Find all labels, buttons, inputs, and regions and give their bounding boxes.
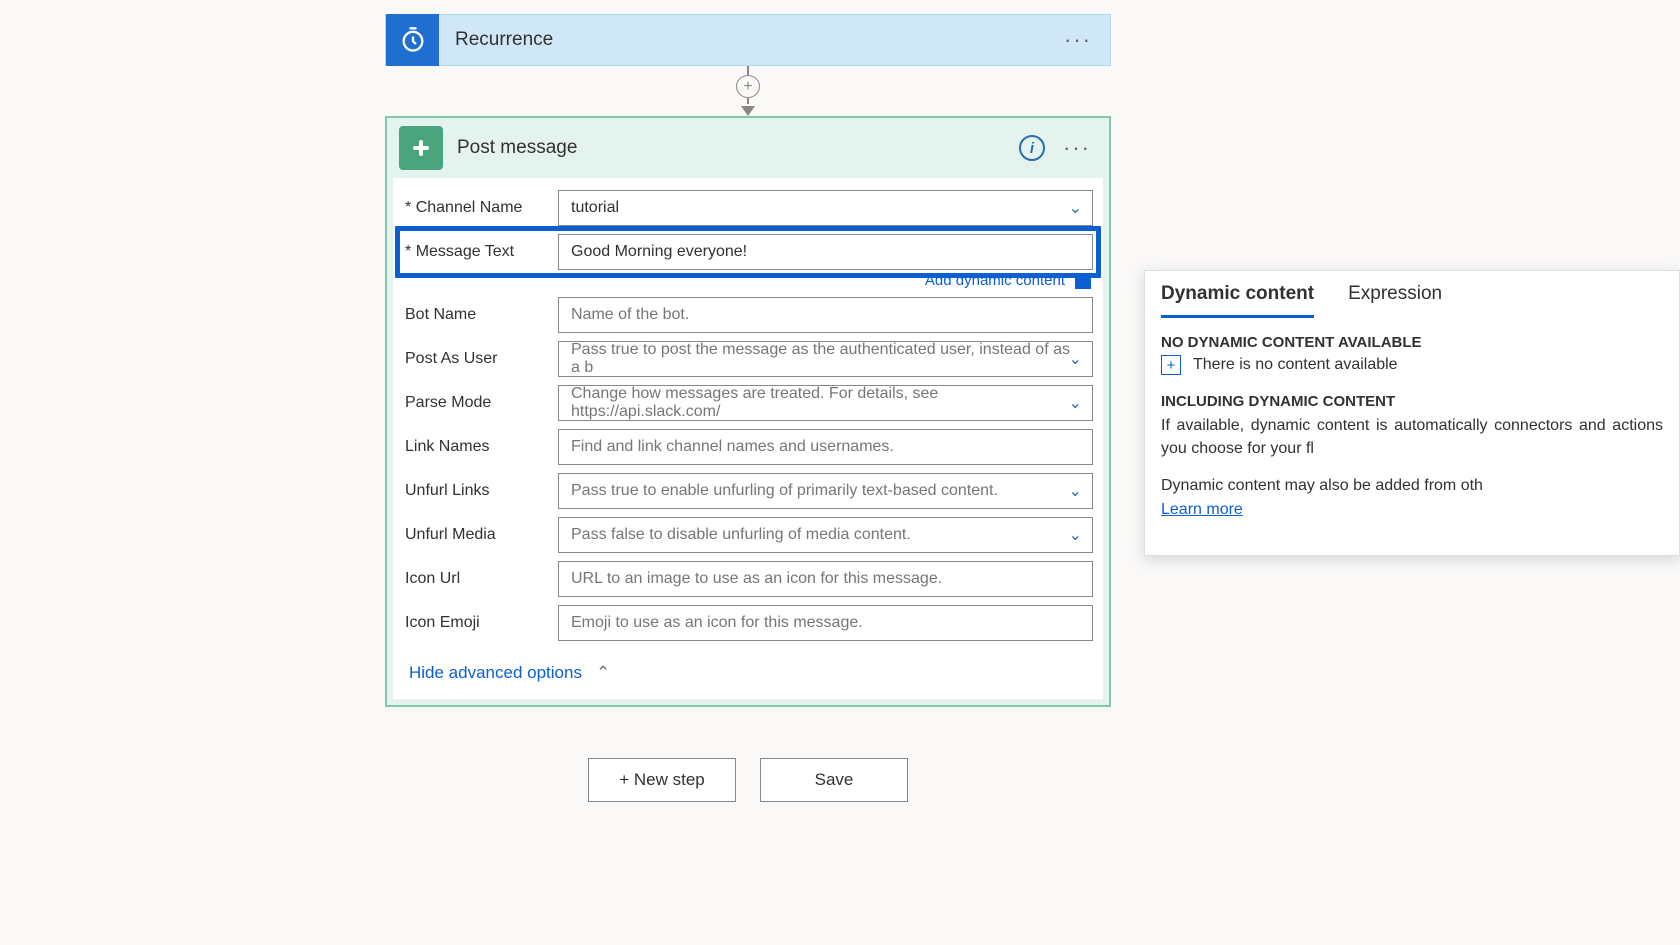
recurrence-card[interactable]: Recurrence ··· xyxy=(385,14,1111,66)
footer-actions: + New step Save xyxy=(588,758,908,802)
add-action-button[interactable]: + xyxy=(736,75,760,98)
row-icon-url: Icon Url URL to an image to use as an ic… xyxy=(403,561,1093,597)
label-link-names: Link Names xyxy=(403,438,558,456)
learn-more-link[interactable]: Learn more xyxy=(1161,501,1243,518)
no-content-text: There is no content available xyxy=(1193,356,1398,374)
also-paragraph: Dynamic content may also be added from o… xyxy=(1161,474,1663,520)
row-unfurl-media: Unfurl Media Pass false to disable unfur… xyxy=(403,517,1093,553)
chevron-down-icon[interactable]: ⌄ xyxy=(1069,481,1082,501)
arrow-down-icon xyxy=(741,106,755,116)
add-dynamic-content-link[interactable]: Add dynamic content xyxy=(403,272,1091,289)
no-content-row: + There is no content available xyxy=(1161,355,1663,375)
row-bot-name: Bot Name Name of the bot. xyxy=(403,297,1093,333)
post-message-card: Post message i ··· * Channel Name tutori… xyxy=(385,116,1111,707)
input-icon-emoji[interactable]: Emoji to use as an icon for this message… xyxy=(558,605,1093,641)
new-step-button[interactable]: + New step xyxy=(588,758,736,802)
tab-expression[interactable]: Expression xyxy=(1348,283,1442,318)
flow-connector: + xyxy=(730,66,766,116)
label-bot-name: Bot Name xyxy=(403,306,558,324)
input-unfurl-media[interactable]: Pass false to disable unfurling of media… xyxy=(558,517,1093,553)
add-content-icon[interactable]: + xyxy=(1161,355,1181,375)
row-message-text: * Message Text Good Morning everyone! xyxy=(403,234,1093,270)
chevron-down-icon[interactable]: ⌄ xyxy=(1069,349,1082,369)
input-icon-url[interactable]: URL to an image to use as an icon for th… xyxy=(558,561,1093,597)
input-channel-name[interactable]: tutorial ⌄ xyxy=(558,190,1093,226)
hide-advanced-options-link[interactable]: Hide advanced options ⌃ xyxy=(403,663,610,683)
row-link-names: Link Names Find and link channel names a… xyxy=(403,429,1093,465)
tab-dynamic-content[interactable]: Dynamic content xyxy=(1161,283,1314,318)
recurrence-icon xyxy=(386,14,439,66)
including-heading: INCLUDING DYNAMIC CONTENT xyxy=(1161,393,1663,410)
including-paragraph: If available, dynamic content is automat… xyxy=(1161,414,1663,460)
chevron-down-icon[interactable]: ⌄ xyxy=(1069,525,1082,545)
label-message-text: * Message Text xyxy=(403,243,558,261)
row-icon-emoji: Icon Emoji Emoji to use as an icon for t… xyxy=(403,605,1093,641)
label-icon-url: Icon Url xyxy=(403,570,558,588)
label-channel-name: * Channel Name xyxy=(403,199,558,217)
post-message-title: Post message xyxy=(443,137,1019,159)
input-unfurl-links[interactable]: Pass true to enable unfurling of primari… xyxy=(558,473,1093,509)
recurrence-menu-icon[interactable]: ··· xyxy=(1046,27,1110,53)
post-message-menu-icon[interactable]: ··· xyxy=(1063,135,1091,161)
dynamic-panel-content: NO DYNAMIC CONTENT AVAILABLE + There is … xyxy=(1145,318,1679,555)
dynamic-content-toggle-icon[interactable] xyxy=(1075,273,1091,289)
recurrence-title: Recurrence xyxy=(439,29,1046,51)
dynamic-panel-tabs: Dynamic content Expression xyxy=(1145,271,1679,318)
label-post-as-user: Post As User xyxy=(403,350,558,368)
row-channel-name: * Channel Name tutorial ⌄ xyxy=(403,190,1093,226)
input-post-as-user[interactable]: Pass true to post the message as the aut… xyxy=(558,341,1093,377)
dynamic-content-panel: Dynamic content Expression NO DYNAMIC CO… xyxy=(1144,270,1680,556)
input-parse-mode[interactable]: Change how messages are treated. For det… xyxy=(558,385,1093,421)
no-content-heading: NO DYNAMIC CONTENT AVAILABLE xyxy=(1161,334,1663,351)
slack-icon xyxy=(399,126,443,170)
label-parse-mode: Parse Mode xyxy=(403,394,558,412)
flow-designer-canvas: Recurrence ··· + Post message i ··· * Ch… xyxy=(0,0,1680,945)
chevron-down-icon[interactable]: ⌄ xyxy=(1069,198,1082,218)
input-message-text[interactable]: Good Morning everyone! xyxy=(558,234,1093,270)
save-button[interactable]: Save xyxy=(760,758,908,802)
row-post-as-user: Post As User Pass true to post the messa… xyxy=(403,341,1093,377)
input-bot-name[interactable]: Name of the bot. xyxy=(558,297,1093,333)
chevron-up-icon: ⌃ xyxy=(596,663,610,683)
post-message-body: * Channel Name tutorial ⌄ * Message Text… xyxy=(393,178,1103,699)
info-icon[interactable]: i xyxy=(1019,135,1045,161)
row-parse-mode: Parse Mode Change how messages are treat… xyxy=(403,385,1093,421)
row-unfurl-links: Unfurl Links Pass true to enable unfurli… xyxy=(403,473,1093,509)
input-link-names[interactable]: Find and link channel names and username… xyxy=(558,429,1093,465)
label-icon-emoji: Icon Emoji xyxy=(403,614,558,632)
label-unfurl-links: Unfurl Links xyxy=(403,482,558,500)
label-unfurl-media: Unfurl Media xyxy=(403,526,558,544)
chevron-down-icon[interactable]: ⌄ xyxy=(1069,393,1082,413)
post-message-header[interactable]: Post message i ··· xyxy=(387,118,1109,178)
